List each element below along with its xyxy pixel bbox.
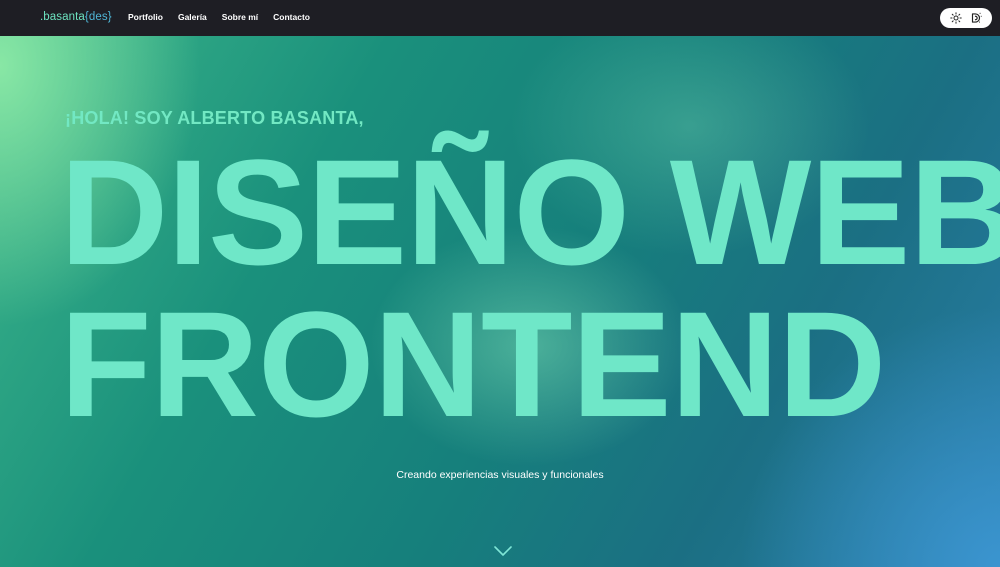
logo-prefix: .basanta [40,11,85,23]
hero-tagline: Creando experiencias visuales y funciona… [396,469,604,481]
hero-section: ¡HOLA! SOY ALBERTO BASANTA, DISEÑO WEB F… [0,36,1000,567]
nav-item-contacto[interactable]: Contacto [273,12,310,22]
nav-item-portfolio[interactable]: Portfolio [128,12,163,22]
logo-close-brace: } [107,11,112,23]
hero-greeting: ¡HOLA! SOY ALBERTO BASANTA, [65,108,364,128]
navbar: .basanta{des} Portfolio Galería Sobre mí… [0,0,1000,36]
nav-item-sobre-mi[interactable]: Sobre mí [222,12,258,22]
theme-toggle[interactable] [940,8,992,28]
site-logo[interactable]: .basanta{des} [40,11,112,23]
main-nav: Portfolio Galería Sobre mí Contacto [128,12,310,22]
hero-headline: DISEÑO WEB FRONTEND [60,136,1000,440]
nav-item-galeria[interactable]: Galería [178,12,207,22]
hero-headline-line-2: FRONTEND [60,280,886,448]
chevron-down-icon[interactable] [493,544,513,558]
page: .basanta{des} Portfolio Galería Sobre mí… [0,0,1000,567]
hero-headline-line-1: DISEÑO WEB [60,128,1000,296]
sun-icon[interactable] [949,11,963,25]
logo-suffix: des [88,11,108,23]
moon-stars-icon[interactable] [969,11,983,25]
